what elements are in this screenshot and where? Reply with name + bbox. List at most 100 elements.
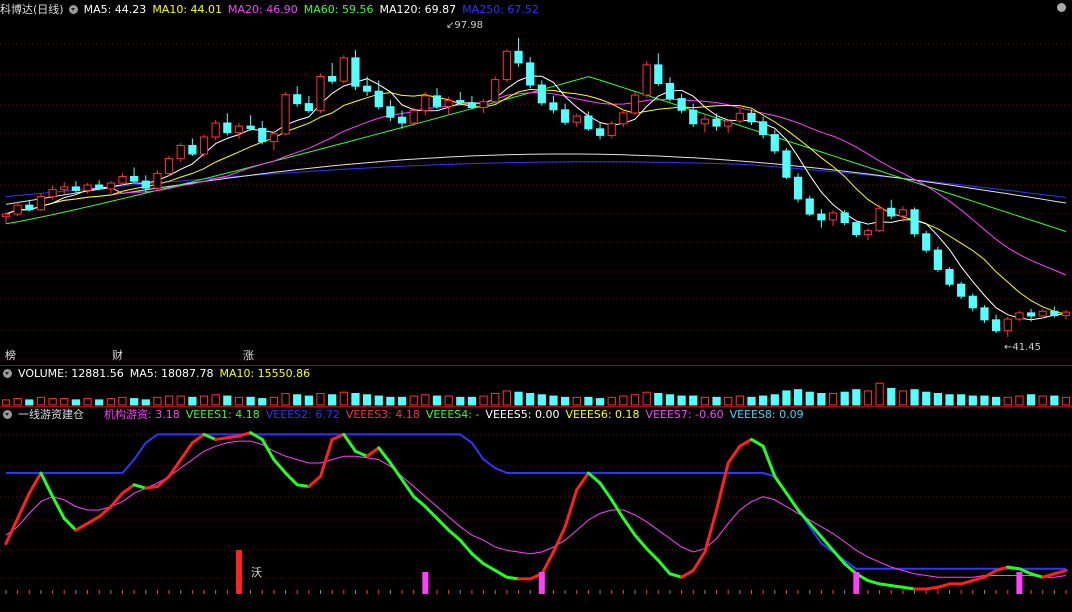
candle-body xyxy=(817,213,826,221)
veees1-segment xyxy=(505,575,521,581)
candle-body xyxy=(782,150,791,178)
veees1-segment xyxy=(27,471,43,495)
candle-body xyxy=(141,180,150,189)
volume-bar xyxy=(793,389,803,406)
candle-body xyxy=(269,133,279,143)
veees1-segment xyxy=(155,474,171,488)
volume-bar xyxy=(444,395,453,406)
volume-bar xyxy=(304,395,313,406)
candle-body xyxy=(1003,318,1012,332)
candle-body xyxy=(328,76,337,82)
volume-bar xyxy=(141,399,150,406)
candle-body xyxy=(910,209,919,235)
volume-bar xyxy=(991,396,1001,406)
volume-bar xyxy=(724,396,733,406)
volume-bar xyxy=(747,396,756,406)
veees1-segment xyxy=(726,444,742,465)
volume-bar xyxy=(339,391,348,406)
candle-body xyxy=(316,76,325,112)
candle-body xyxy=(95,184,104,190)
candle-body xyxy=(875,207,884,232)
stock-chart[interactable] xyxy=(0,0,1072,612)
volume-bar xyxy=(432,395,442,406)
candle-body xyxy=(153,172,162,189)
veees1-segment xyxy=(551,525,567,554)
veees1-segment xyxy=(878,582,893,588)
veees1-segment xyxy=(796,508,812,525)
candle-body xyxy=(1,213,11,218)
candle-body xyxy=(584,115,593,130)
volume-bar xyxy=(71,399,81,406)
volume-bar xyxy=(619,395,628,406)
volume-bar xyxy=(362,394,372,406)
veees1-segment xyxy=(901,585,917,591)
ma5-line xyxy=(5,75,1067,321)
volume-bar xyxy=(48,398,57,406)
veees1-segment xyxy=(225,434,241,440)
volume-bar xyxy=(328,394,337,406)
volume-bar xyxy=(456,396,465,406)
volume-bar xyxy=(1050,395,1059,406)
veees1-segment xyxy=(39,471,55,499)
volume-bar xyxy=(561,396,570,406)
volume-bar xyxy=(665,394,675,406)
veees1-segment xyxy=(1052,568,1068,576)
volume-bar xyxy=(397,396,407,406)
veees1-segment xyxy=(866,579,882,586)
candle-body xyxy=(258,127,267,143)
candle-body xyxy=(491,79,500,103)
candle-body xyxy=(945,268,954,285)
veees1-segment xyxy=(715,461,730,512)
veees1-segment xyxy=(423,505,439,520)
veees2-line xyxy=(6,433,1066,570)
veees1-segment xyxy=(482,562,497,572)
veees1-segment xyxy=(738,437,753,448)
candle-body xyxy=(36,196,46,211)
candle-body xyxy=(677,98,686,111)
volume-bar xyxy=(828,393,838,406)
veees1-segment xyxy=(994,565,1010,572)
veees1-segment xyxy=(62,516,78,532)
volume-bar xyxy=(491,393,500,406)
veees1-segment xyxy=(307,474,323,488)
candle-body xyxy=(1015,312,1024,320)
volume-bar xyxy=(386,396,395,406)
candle-body xyxy=(933,249,942,270)
volume-bar xyxy=(374,395,383,406)
candle-body xyxy=(747,112,756,123)
candle-body xyxy=(607,123,616,136)
veees1-segment xyxy=(633,533,649,551)
candle-body xyxy=(502,50,511,81)
candle-body xyxy=(712,118,721,127)
candle-body xyxy=(735,112,744,122)
volume-bar xyxy=(479,395,488,406)
volume-bar xyxy=(910,389,919,406)
veees1-segment xyxy=(563,488,579,529)
candle-body xyxy=(397,116,407,124)
candle-body xyxy=(13,204,22,215)
veees1-segment xyxy=(691,550,707,572)
volume-bar xyxy=(968,395,977,406)
volume-bar xyxy=(945,394,954,406)
volume-bar xyxy=(95,399,104,406)
candle-body xyxy=(537,84,546,104)
candle-body xyxy=(118,175,127,184)
volume-bar xyxy=(805,391,814,406)
volume-bar xyxy=(852,389,861,406)
volume-bar xyxy=(25,399,34,406)
veees1-segment xyxy=(959,579,975,586)
veees1-segment xyxy=(342,432,357,453)
candle-body xyxy=(25,204,34,211)
volume-bar xyxy=(234,396,244,406)
ma10-line xyxy=(5,88,1067,315)
veees1-segment xyxy=(447,528,462,542)
volume-bar xyxy=(526,393,535,406)
candle-body xyxy=(980,307,989,321)
candle-body xyxy=(1026,312,1036,317)
veees1-segment xyxy=(284,471,299,487)
veees1-segment xyxy=(86,515,101,525)
candle-body xyxy=(549,102,558,111)
candle-body xyxy=(246,125,255,129)
candle-body xyxy=(526,62,535,86)
candle-body xyxy=(828,212,838,221)
